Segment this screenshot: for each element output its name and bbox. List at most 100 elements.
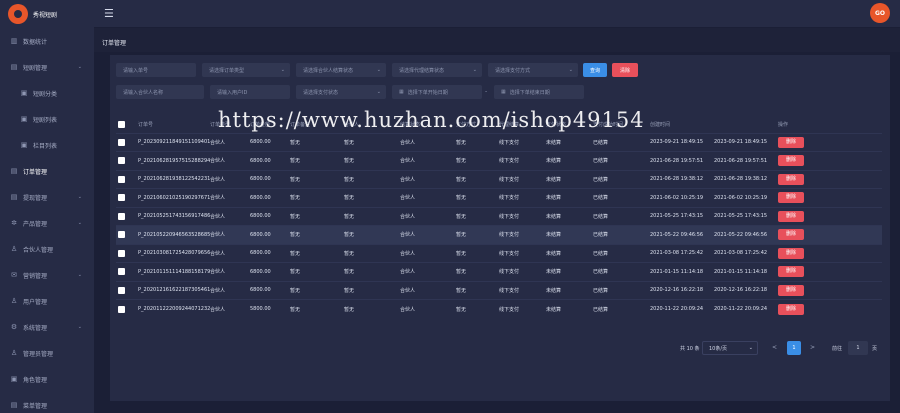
- start-date-picker[interactable]: ▦ 选择下单开始日期: [392, 85, 482, 99]
- order-type-select[interactable]: 请选择订单类型 ⌄: [202, 63, 290, 77]
- row-checkbox[interactable]: [118, 286, 125, 294]
- row-checkbox[interactable]: [118, 305, 125, 313]
- table-row[interactable]: P_20201122200924407123267 合伙人 5800.00 暂无 暂无合…: [116, 299, 882, 318]
- row-checkbox[interactable]: [118, 249, 125, 257]
- table-cell: 2023-09-21 18:49:15: [650, 132, 714, 152]
- delete-button[interactable]: 删除: [778, 210, 804, 222]
- row-checkbox-cell[interactable]: [116, 243, 138, 263]
- table-cell: 2020-11-22 20:09:24: [714, 299, 778, 318]
- sidebar-item-4[interactable]: ▣ 栏目列表: [0, 132, 94, 158]
- row-checkbox-cell[interactable]: [116, 280, 138, 300]
- chevron-down-icon: ⌄: [748, 345, 753, 351]
- sidebar-item-0[interactable]: ▥ 数据统计: [0, 28, 94, 54]
- table-cell: 合伙人: [210, 262, 250, 281]
- table-cell: 6800.00: [250, 262, 290, 281]
- prev-page-button[interactable]: <: [772, 344, 777, 351]
- row-checkbox-cell[interactable]: [116, 151, 138, 170]
- avatar[interactable]: GO: [870, 3, 890, 23]
- row-checkbox[interactable]: [118, 157, 125, 165]
- page-number-1[interactable]: 1: [787, 341, 801, 355]
- sidebar-item-7[interactable]: ✲ 产品管理 ⌄: [0, 210, 94, 236]
- row-checkbox[interactable]: [118, 175, 125, 183]
- table-row[interactable]: P_20210308172542807965677 合伙人 6800.00 暂无 暂无合…: [116, 243, 882, 263]
- nav-icon: ▤: [10, 63, 18, 71]
- row-checkbox-cell[interactable]: [116, 132, 138, 152]
- table-cell: 未结算: [546, 299, 593, 318]
- sidebar-item-6[interactable]: ▤ 提现管理 ⌄: [0, 184, 94, 210]
- sidebar-item-3[interactable]: ▣ 短剧列表: [0, 106, 94, 132]
- delete-button[interactable]: 删除: [778, 266, 804, 278]
- row-checkbox[interactable]: [118, 231, 125, 239]
- agent-settle-select[interactable]: 请选择代理结算状态 ⌄: [392, 63, 482, 77]
- search-button[interactable]: 查询: [583, 63, 607, 77]
- delete-button[interactable]: 删除: [778, 136, 804, 148]
- row-checkbox[interactable]: [118, 138, 125, 146]
- sidebar-item-2[interactable]: ▣ 短剧分类: [0, 80, 94, 106]
- row-checkbox-cell[interactable]: [116, 169, 138, 189]
- sidebar-item-11[interactable]: ⚙ 系统管理 ⌄: [0, 314, 94, 340]
- table-cell: 合伙人: [400, 243, 456, 263]
- sidebar-item-8[interactable]: ♙ 合伙人管理: [0, 236, 94, 262]
- end-date-picker[interactable]: ▦ 选择下单结束日期: [494, 85, 584, 99]
- nav-icon: ▣: [10, 375, 18, 383]
- nav-icon: ✲: [11, 219, 17, 227]
- table-row[interactable]: P_20210522094656352868521 合伙人 6800.00 暂无 暂无合…: [116, 225, 882, 244]
- delete-button[interactable]: 删除: [778, 173, 804, 185]
- delete-button[interactable]: 删除: [778, 247, 804, 259]
- table-row[interactable]: P_20210628193812254223106 合伙人 6800.00 暂无 暂无合…: [116, 169, 882, 189]
- row-checkbox-cell[interactable]: [116, 188, 138, 207]
- app-logo[interactable]: 秀视短剧: [0, 0, 94, 28]
- table-cell: 暂无: [456, 169, 499, 189]
- table-row[interactable]: P_20210115111418815817901 合伙人 6800.00 暂无 暂无合…: [116, 262, 882, 281]
- order-panel: 请输入单号 请选择订单类型 ⌄ 请选择合伙人结算状态 ⌄ 请选择代理结算状态 ⌄ 请选…: [110, 55, 890, 401]
- table-row[interactable]: P_20210602102519029767162 合伙人 6800.00 暂无 暂无合…: [116, 188, 882, 207]
- clear-button[interactable]: 清除: [612, 63, 638, 77]
- sidebar-item-12[interactable]: ♙ 管理员管理: [0, 340, 94, 366]
- pay-status-select[interactable]: 请选择支付状态 ⌄: [296, 85, 386, 99]
- delete-button[interactable]: 删除: [778, 284, 804, 296]
- table-cell: 未结算: [546, 132, 593, 152]
- goto-page-input[interactable]: 1: [848, 341, 868, 355]
- partner-name-input[interactable]: 请输入合伙人名称: [116, 85, 204, 99]
- pay-method-select[interactable]: 请选择支付方式 ⌄: [488, 63, 578, 77]
- table-cell: 暂无: [344, 280, 400, 300]
- date-separator: -: [485, 88, 488, 95]
- next-page-button[interactable]: >: [810, 344, 815, 351]
- page-unit-label: 页: [872, 346, 878, 352]
- delete-button[interactable]: 删除: [778, 192, 804, 204]
- sidebar-item-label: 栏目列表: [33, 142, 58, 150]
- table-cell: 合伙人: [210, 132, 250, 152]
- row-checkbox-cell[interactable]: [116, 262, 138, 281]
- partner-settle-select[interactable]: 请选择合伙人结算状态 ⌄: [296, 63, 386, 77]
- row-checkbox-cell[interactable]: [116, 206, 138, 226]
- table-cell: 2021-05-25 17:43:15: [650, 206, 714, 226]
- page-size-select[interactable]: 10条/页 ⌄: [702, 341, 758, 355]
- delete-button[interactable]: 删除: [778, 229, 804, 241]
- row-checkbox[interactable]: [118, 212, 125, 220]
- sidebar-item-9[interactable]: ✉ 营销管理 ⌄: [0, 262, 94, 288]
- sidebar-item-14[interactable]: ▤ 菜单管理: [0, 392, 94, 413]
- row-checkbox-cell[interactable]: [116, 299, 138, 318]
- table-row[interactable]: P_20201216162218730546167 合伙人 6800.00 暂无 暂无合…: [116, 280, 882, 300]
- delete-button[interactable]: 删除: [778, 155, 804, 167]
- column-header: 结算状态: [400, 122, 421, 129]
- row-checkbox-cell[interactable]: [116, 225, 138, 244]
- table-cell: 合伙人: [210, 280, 250, 300]
- row-checkbox[interactable]: [118, 268, 125, 276]
- table-row[interactable]: P_20210628195751528829465 合伙人 6800.00 暂无 暂无合…: [116, 151, 882, 170]
- delete-button[interactable]: 删除: [778, 303, 804, 315]
- menu-toggle-icon[interactable]: ☰: [104, 8, 114, 19]
- row-checkbox[interactable]: [118, 194, 125, 202]
- table-row[interactable]: P_20230921184915110940104 合伙人 6800.00 暂无 暂无合…: [116, 132, 882, 152]
- checkbox[interactable]: [118, 121, 125, 129]
- order-no-input[interactable]: 请输入单号: [116, 63, 196, 77]
- sidebar-item-5[interactable]: ▤ 订单管理: [0, 158, 94, 184]
- sidebar-item-13[interactable]: ▣ 角色管理: [0, 366, 94, 392]
- table-row[interactable]: P_20210525174315691748623 合伙人 6800.00 暂无 暂无合…: [116, 206, 882, 226]
- table-cell: 暂无: [344, 169, 400, 189]
- sidebar-item-1[interactable]: ▤ 短剧管理 ⌄: [0, 54, 94, 80]
- table-cell: 合伙人: [210, 169, 250, 189]
- select-all-checkbox[interactable]: [116, 117, 138, 133]
- user-id-input[interactable]: 请输入用户ID: [210, 85, 290, 99]
- sidebar-item-10[interactable]: ♙ 用户管理: [0, 288, 94, 314]
